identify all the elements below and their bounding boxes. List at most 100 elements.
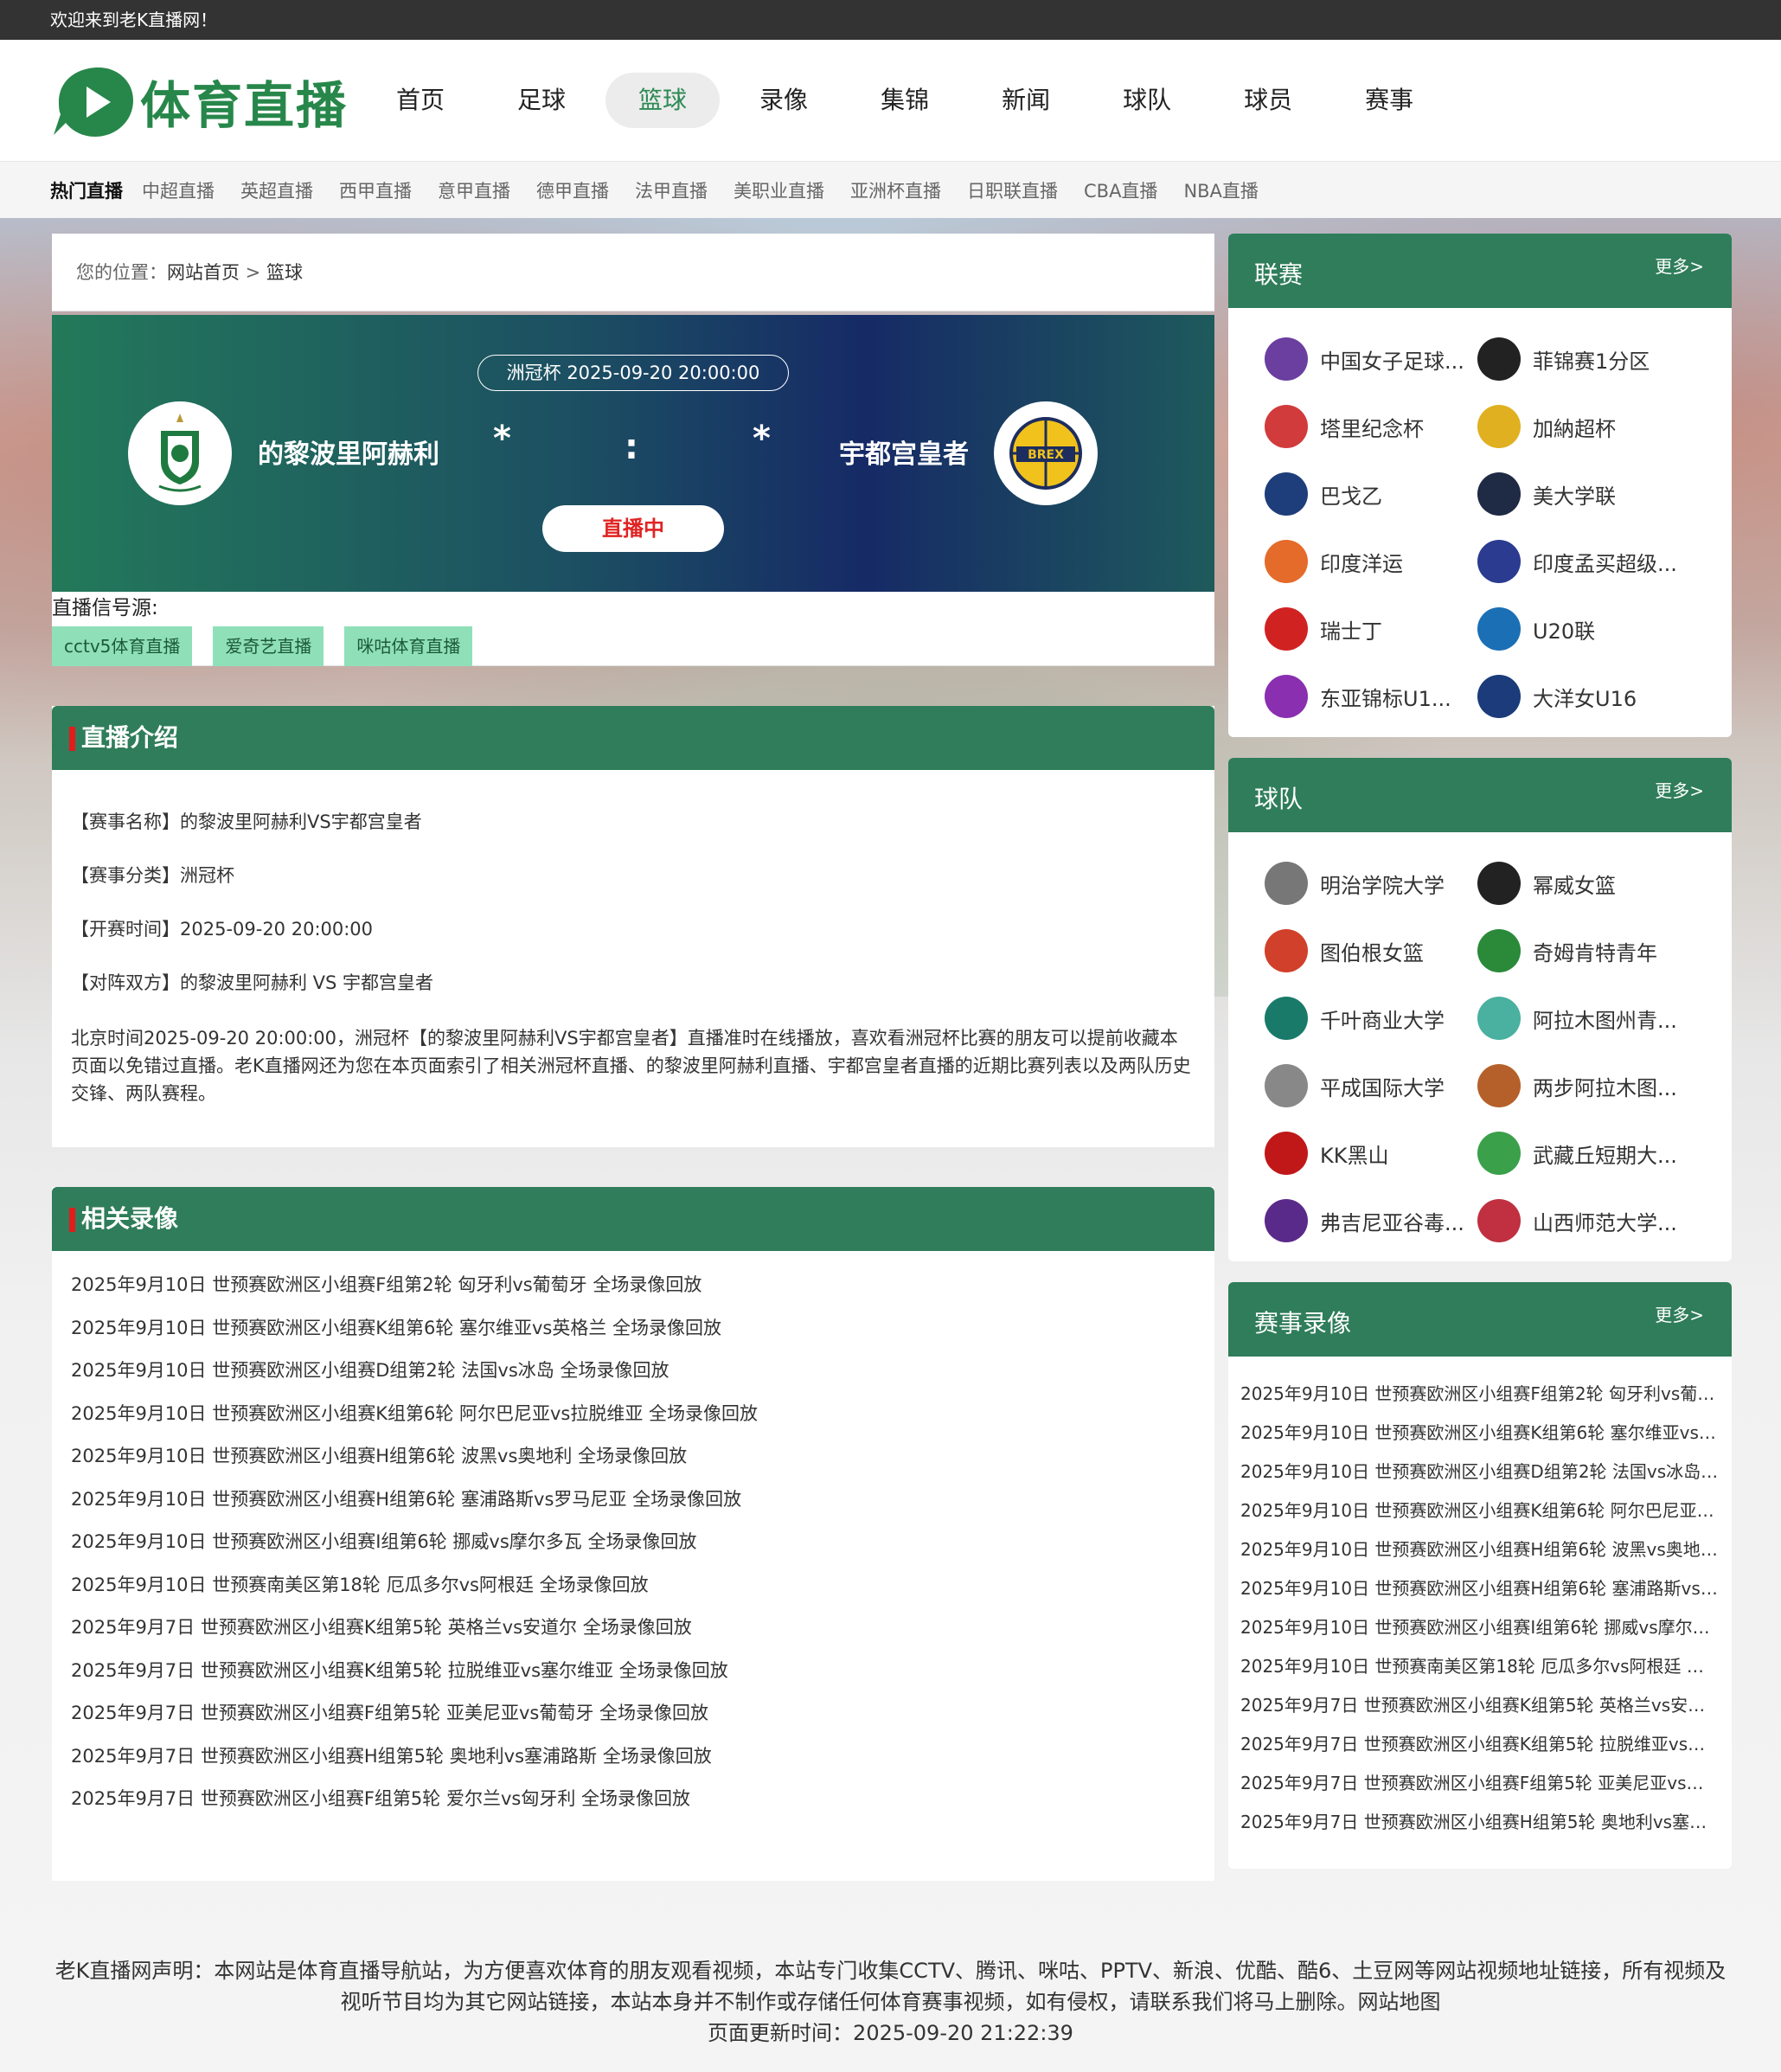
- hot-live-link[interactable]: 美职业直播: [734, 177, 824, 203]
- teams-item[interactable]: 明治学院大学: [1265, 862, 1477, 905]
- related-video-item[interactable]: 2025年9月7日 世预赛欧洲区小组赛H组第5轮 奥地利vs塞浦路斯 全场录像回…: [71, 1743, 1195, 1769]
- leagues-item-name: 瑞士丁: [1320, 619, 1382, 644]
- related-video-item[interactable]: 2025年9月10日 世预赛欧洲区小组赛K组第6轮 阿尔巴尼亚vs拉脱维亚 全场…: [71, 1401, 1195, 1427]
- leagues-item[interactable]: 印度洋运: [1265, 540, 1477, 583]
- hot-live-link[interactable]: NBA直播: [1183, 177, 1258, 203]
- meiji-icon: [1265, 862, 1308, 905]
- nav-item-3[interactable]: 录像: [727, 73, 841, 128]
- teams-item[interactable]: 平成国际大学: [1265, 1064, 1477, 1107]
- nav-item-5[interactable]: 新闻: [969, 73, 1083, 128]
- teams-item[interactable]: 幂威女篮: [1477, 862, 1690, 905]
- hot-live-link[interactable]: 日职联直播: [967, 177, 1058, 203]
- breadcrumb-home-link[interactable]: 网站首页: [167, 262, 240, 283]
- nav-item-0[interactable]: 首页: [363, 73, 477, 128]
- event-video-item[interactable]: 2025年9月7日 世预赛欧洲区小组赛K组第5轮 拉脱维亚vs塞尔维亚 全场录像…: [1240, 1733, 1720, 1755]
- related-video-item[interactable]: 2025年9月10日 世预赛欧洲区小组赛F组第2轮 匈牙利vs葡萄牙 全场录像回…: [71, 1272, 1195, 1298]
- away-team-name[interactable]: 宇都宫皇者: [839, 433, 969, 471]
- related-video-item[interactable]: 2025年9月10日 世预赛欧洲区小组赛K组第6轮 塞尔维亚vs英格兰 全场录像…: [71, 1315, 1195, 1341]
- match-banner: 洲冠杯 2025-09-20 20:00:00 的黎波里阿赫利 * : * 宇都…: [52, 315, 1214, 592]
- leagues-item[interactable]: 中国女子足球...: [1265, 337, 1477, 381]
- leagues-item[interactable]: 加納超杯: [1477, 405, 1690, 448]
- event-video-item[interactable]: 2025年9月10日 世预赛欧洲区小组赛K组第6轮 阿尔巴尼亚vs拉脱维亚 全场…: [1240, 1499, 1720, 1522]
- teams-item[interactable]: 奇姆肯特青年: [1477, 929, 1690, 972]
- event-video-item[interactable]: 2025年9月10日 世预赛欧洲区小组赛K组第6轮 塞尔维亚vs英格兰 全场录像…: [1240, 1421, 1720, 1444]
- signal-source-button[interactable]: 爱奇艺直播: [213, 626, 324, 666]
- leagues-item[interactable]: 美大学联: [1477, 472, 1690, 516]
- event-video-item[interactable]: 2025年9月10日 世预赛欧洲区小组赛D组第2轮 法国vs冰岛 全场录像回放: [1240, 1460, 1720, 1483]
- leagues-item[interactable]: U20联: [1477, 607, 1690, 651]
- teams-item[interactable]: KK黑山: [1265, 1132, 1477, 1175]
- home-team-name[interactable]: 的黎波里阿赫利: [258, 433, 439, 471]
- teams-item[interactable]: 山西师范大学...: [1477, 1199, 1690, 1242]
- hot-live-link[interactable]: 中超直播: [142, 177, 215, 203]
- hot-live-link[interactable]: 英超直播: [240, 177, 313, 203]
- site-footer: 老K直播网声明：本网站是体育直播导航站，为方便喜欢体育的朋友观看视频，本站专门收…: [0, 1955, 1781, 2049]
- related-video-item[interactable]: 2025年9月7日 世预赛欧洲区小组赛K组第5轮 拉脱维亚vs塞尔维亚 全场录像…: [71, 1658, 1195, 1684]
- leagues-item[interactable]: 塔里纪念杯: [1265, 405, 1477, 448]
- nav-item-6[interactable]: 球队: [1090, 73, 1204, 128]
- teams-more-link[interactable]: 更多>: [1655, 777, 1704, 802]
- related-video-item[interactable]: 2025年9月7日 世预赛欧洲区小组赛F组第5轮 亚美尼亚vs葡萄牙 全场录像回…: [71, 1700, 1195, 1726]
- related-video-item[interactable]: 2025年9月10日 世预赛欧洲区小组赛H组第6轮 波黑vs奥地利 全场录像回放: [71, 1443, 1195, 1469]
- teams-item-name: 山西师范大学...: [1533, 1210, 1677, 1235]
- teams-item[interactable]: 武藏丘短期大...: [1477, 1132, 1690, 1175]
- home-team-logo[interactable]: [128, 401, 232, 505]
- related-video-item[interactable]: 2025年9月10日 世预赛南美区第18轮 厄瓜多尔vs阿根廷 全场录像回放: [71, 1572, 1195, 1598]
- event-video-item[interactable]: 2025年9月7日 世预赛欧洲区小组赛H组第5轮 奥地利vs塞浦路斯 全场录像回…: [1240, 1811, 1720, 1833]
- event-video-item[interactable]: 2025年9月7日 世预赛欧洲区小组赛F组第5轮 亚美尼亚vs葡萄牙 全场录像回…: [1240, 1772, 1720, 1794]
- event-video-item[interactable]: 2025年9月10日 世预赛欧洲区小组赛I组第6轮 挪威vs摩尔多瓦 全场录像回…: [1240, 1616, 1720, 1639]
- leagues-item[interactable]: 东亚锦标U1...: [1265, 675, 1477, 718]
- nav-item-2[interactable]: 篮球: [605, 73, 721, 128]
- hot-live-title: 热门直播: [50, 180, 123, 202]
- top-bar: 欢迎来到老K直播网！: [0, 0, 1781, 40]
- event-video-item[interactable]: 2025年9月7日 世预赛欧洲区小组赛K组第5轮 英格兰vs安道尔 全场录像回放: [1240, 1694, 1720, 1716]
- related-videos-list: 2025年9月10日 世预赛欧洲区小组赛F组第2轮 匈牙利vs葡萄牙 全场录像回…: [52, 1251, 1214, 1881]
- hot-live-link[interactable]: 法甲直播: [635, 177, 708, 203]
- event-video-item[interactable]: 2025年9月10日 世预赛南美区第18轮 厄瓜多尔vs阿根廷 全场录像回放: [1240, 1655, 1720, 1677]
- related-video-item[interactable]: 2025年9月10日 世预赛欧洲区小组赛I组第6轮 挪威vs摩尔多瓦 全场录像回…: [71, 1529, 1195, 1555]
- hot-live-bar: 热门直播 中超直播 英超直播 西甲直播 意甲直播 德甲直播 法甲直播 美职业直播 亚洲杯直播日…: [0, 161, 1781, 218]
- teams-item[interactable]: 弗吉尼亚谷毒...: [1265, 1199, 1477, 1242]
- almaty-icon: [1477, 997, 1521, 1040]
- leagues-item[interactable]: 大洋女U16: [1477, 675, 1690, 718]
- related-video-item[interactable]: 2025年9月10日 世预赛欧洲区小组赛H组第6轮 塞浦路斯vs罗马尼亚 全场录…: [71, 1486, 1195, 1512]
- leagues-item[interactable]: 巴戈乙: [1265, 472, 1477, 516]
- signal-source-button[interactable]: cctv5体育直播: [52, 626, 193, 666]
- breadcrumb-current[interactable]: 篮球: [266, 262, 303, 283]
- event-video-item[interactable]: 2025年9月10日 世预赛欧洲区小组赛F组第2轮 匈牙利vs葡萄牙 全场录像回…: [1240, 1382, 1720, 1405]
- leagues-item[interactable]: 印度孟买超级...: [1477, 540, 1690, 583]
- leagues-item[interactable]: 菲锦赛1分区: [1477, 337, 1690, 381]
- event-videos-more-link[interactable]: 更多>: [1655, 1301, 1704, 1326]
- nav-item-4[interactable]: 集锦: [848, 73, 962, 128]
- leagues-item-name: 大洋女U16: [1533, 686, 1637, 711]
- teams-item[interactable]: 千叶商业大学: [1265, 997, 1477, 1040]
- intro-panel: 直播介绍 【赛事名称】的黎波里阿赫利VS宇都宫皇者 【赛事分类】洲冠杯 【开赛时间】…: [52, 706, 1214, 1147]
- away-team-logo[interactable]: BREX: [994, 401, 1098, 505]
- live-status-button[interactable]: 直播中: [542, 505, 724, 552]
- teams-item-name: 平成国际大学: [1320, 1075, 1445, 1100]
- teams-item[interactable]: 两步阿拉木图...: [1477, 1064, 1690, 1107]
- event-videos-box: 赛事录像 更多> 2025年9月10日 世预赛欧洲区小组赛F组第2轮 匈牙利vs…: [1228, 1282, 1732, 1869]
- hot-live-link[interactable]: CBA直播: [1084, 177, 1157, 203]
- teams-item[interactable]: 图伯根女篮: [1265, 929, 1477, 972]
- leagues-item[interactable]: 瑞士丁: [1265, 607, 1477, 651]
- hot-live-link[interactable]: 德甲直播: [536, 177, 609, 203]
- nav-item-1[interactable]: 足球: [484, 73, 599, 128]
- hot-live-link[interactable]: 西甲直播: [339, 177, 412, 203]
- related-video-item[interactable]: 2025年9月10日 世预赛欧洲区小组赛D组第2轮 法国vs冰岛 全场录像回放: [71, 1357, 1195, 1383]
- main-column: 您的位置：网站首页 > 篮球 洲冠杯 2025-09-20 20:00:00 的…: [52, 234, 1214, 1881]
- teams-item[interactable]: 阿拉木图州青...: [1477, 997, 1690, 1040]
- site-logo[interactable]: 体育直播: [52, 62, 348, 140]
- footer-statement: 老K直播网声明：本网站是体育直播导航站，为方便喜欢体育的朋友观看视频，本站专门收…: [54, 1959, 1727, 2014]
- signal-source-button[interactable]: 咪咕体育直播: [344, 626, 473, 666]
- hot-live-link[interactable]: 意甲直播: [438, 177, 510, 203]
- event-video-item[interactable]: 2025年9月10日 世预赛欧洲区小组赛H组第6轮 波黑vs奥地利 全场录像回放: [1240, 1538, 1720, 1561]
- nav-item-7[interactable]: 球员: [1211, 73, 1325, 128]
- related-video-item[interactable]: 2025年9月7日 世预赛欧洲区小组赛K组第5轮 英格兰vs安道尔 全场录像回放: [71, 1614, 1195, 1640]
- hot-live-link[interactable]: 亚洲杯直播: [850, 177, 941, 203]
- event-video-item[interactable]: 2025年9月10日 世预赛欧洲区小组赛H组第6轮 塞浦路斯vs罗马尼亚 全场录…: [1240, 1577, 1720, 1600]
- leagues-more-link[interactable]: 更多>: [1655, 253, 1704, 278]
- related-video-item[interactable]: 2025年9月7日 世预赛欧洲区小组赛F组第5轮 爱尔兰vs匈牙利 全场录像回放: [71, 1786, 1195, 1812]
- footer-updated-time: 页面更新时间：2025-09-20 21:22:39: [708, 2021, 1073, 2045]
- nav-item-8[interactable]: 赛事: [1332, 73, 1446, 128]
